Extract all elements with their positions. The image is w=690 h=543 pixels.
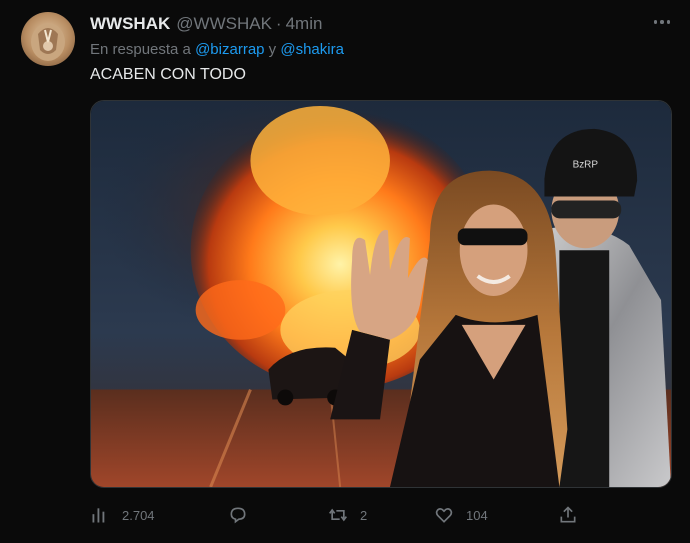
views-action[interactable]: 2.704 [90,502,155,528]
views-icon [92,508,105,523]
share-action[interactable] [558,502,590,528]
reply-prefix: En respuesta a [90,41,191,58]
cap-text: BzRP [573,160,599,171]
tweet-media-image[interactable]: BzRP [90,100,672,488]
like-action[interactable]: 104 [434,502,488,528]
mention-shakira[interactable]: @shakira [280,41,344,58]
reply-context: En respuesta a @bizarrap y @shakira [90,41,344,58]
user-handle[interactable]: @WWSHAK [176,14,272,34]
separator-dot: · [275,14,282,33]
reply-connector: y [268,41,277,58]
media-illustration: BzRP [91,101,671,487]
tweet-text: ACABEN CON TODO [90,66,246,83]
avatar-image [31,23,65,61]
share-icon [560,506,576,523]
display-name[interactable]: WWSHAK [90,14,170,34]
retweet-count: 2 [360,507,368,523]
reply-action[interactable] [228,502,260,528]
retweet-icon [329,508,347,522]
views-count: 2.704 [122,507,155,523]
like-count: 104 [466,507,488,523]
mention-bizarrap[interactable]: @bizarrap [195,41,264,58]
more-options-icon[interactable] [650,12,674,32]
tweet-actions: 2.704 2 104 [90,502,590,528]
reply-icon [230,507,246,524]
tweet-header: WWSHAK @WWSHAK · 4min [90,14,322,34]
timestamp[interactable]: 4min [286,14,323,34]
retweet-action[interactable]: 2 [328,502,367,528]
heart-icon [435,508,453,523]
avatar[interactable] [21,12,75,66]
